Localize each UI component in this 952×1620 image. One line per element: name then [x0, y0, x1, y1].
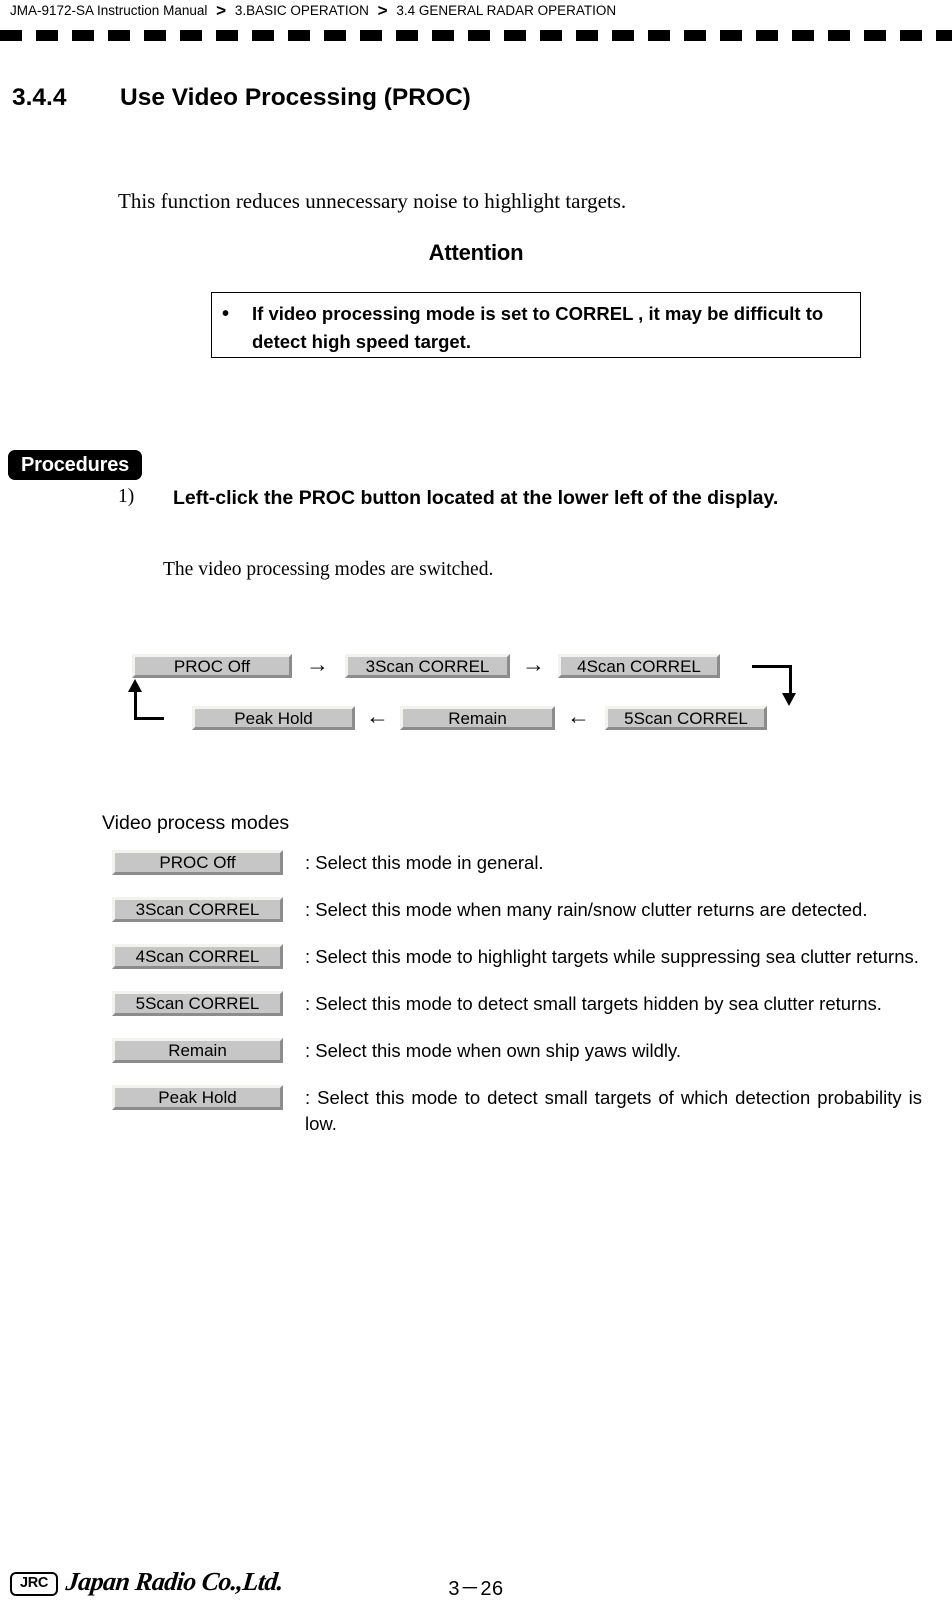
- list-item: PROC Off : Select this mode in general.: [112, 850, 922, 878]
- flow-arrowhead-down-icon: [782, 693, 796, 706]
- flow-connector-left-elbow: [134, 690, 164, 720]
- flow-arrow-right-1: →: [306, 651, 329, 677]
- section-number: 3.4.4: [12, 84, 67, 111]
- attention-text: If video processing mode is set to CORRE…: [252, 303, 824, 352]
- list-item: Peak Hold : Select this mode to detect s…: [112, 1085, 922, 1137]
- page-title: 3.4.4 Use Video Processing (PROC): [12, 84, 932, 112]
- bullet-icon: •: [222, 303, 230, 325]
- mode-description: : Select this mode to detect small targe…: [305, 993, 882, 1014]
- video-process-modes-heading: Video process modes: [102, 812, 290, 834]
- step-number: 1): [118, 486, 135, 507]
- breadcrumb-manual: JMA-9172-SA Instruction Manual: [10, 3, 208, 18]
- mode-button-proc-off[interactable]: PROC Off: [112, 850, 283, 875]
- flow-button-peak-hold[interactable]: Peak Hold: [192, 706, 355, 730]
- attention-heading: Attention: [428, 240, 524, 265]
- mode-description: : Select this mode when own ship yaws wi…: [305, 1040, 681, 1061]
- flow-arrow-right-2: →: [522, 651, 545, 677]
- flow-arrow-left-2: ←: [567, 703, 590, 729]
- breadcrumb-separator-2: >: [377, 1, 388, 20]
- mode-description: : Select this mode to detect small targe…: [305, 1087, 922, 1134]
- list-item: Remain : Select this mode when own ship …: [112, 1038, 922, 1066]
- page-number: 3－26: [448, 1578, 504, 1600]
- attention-box: • If video processing mode is set to COR…: [211, 292, 861, 358]
- flow-arrow-left-1: ←: [366, 703, 389, 729]
- breadcrumb-separator-1: >: [216, 1, 227, 20]
- step-subtext: The video processing modes are switched.: [163, 559, 494, 580]
- mode-button-5scan-correl[interactable]: 5Scan CORREL: [112, 991, 283, 1016]
- flow-button-proc-off[interactable]: PROC Off: [132, 654, 292, 678]
- video-process-modes-list: PROC Off : Select this mode in general. …: [112, 850, 922, 1156]
- procedures-tag: Procedures: [8, 450, 143, 480]
- mode-button-3scan-correl[interactable]: 3Scan CORREL: [112, 897, 283, 922]
- breadcrumb-chapter: 3.BASIC OPERATION: [234, 3, 369, 18]
- flow-button-4scan-correl[interactable]: 4Scan CORREL: [558, 654, 720, 678]
- mode-button-peak-hold[interactable]: Peak Hold: [112, 1085, 283, 1110]
- header-divider-dashed-rule: [0, 30, 952, 41]
- mode-button-remain[interactable]: Remain: [112, 1038, 283, 1063]
- video-process-mode-flow-diagram: PROC Off → 3Scan CORREL → 4Scan CORREL P…: [0, 640, 952, 750]
- mode-button-4scan-correl[interactable]: 4Scan CORREL: [112, 944, 283, 969]
- attention-bullet-item: • If video processing mode is set to COR…: [222, 300, 852, 356]
- flow-arrowhead-up-icon: [128, 679, 142, 692]
- flow-button-remain[interactable]: Remain: [400, 706, 555, 730]
- mode-description: : Select this mode when many rain/snow c…: [305, 899, 868, 920]
- intro-paragraph: This function reduces unnecessary noise …: [118, 189, 627, 213]
- list-item: 3Scan CORREL : Select this mode when man…: [112, 897, 922, 925]
- procedure-step-1: 1) Left-click the PROC button located at…: [118, 484, 878, 512]
- list-item: 4Scan CORREL : Select this mode to highl…: [112, 944, 922, 972]
- list-item: 5Scan CORREL : Select this mode to detec…: [112, 991, 922, 1019]
- breadcrumb: JMA-9172-SA Instruction Manual > 3.BASIC…: [10, 0, 942, 22]
- mode-description: : Select this mode to highlight targets …: [305, 946, 919, 967]
- flow-button-3scan-correl[interactable]: 3Scan CORREL: [345, 654, 510, 678]
- step-text: Left-click the PROC button located at th…: [173, 487, 779, 509]
- mode-description: : Select this mode in general.: [305, 852, 544, 873]
- section-title-text: Use Video Processing (PROC): [120, 84, 471, 111]
- breadcrumb-section: 3.4 GENERAL RADAR OPERATION: [396, 3, 617, 18]
- page-footer: JRC Japan Radio Co.,Ltd. 3－26: [0, 1567, 952, 1614]
- flow-button-5scan-correl[interactable]: 5Scan CORREL: [605, 706, 767, 730]
